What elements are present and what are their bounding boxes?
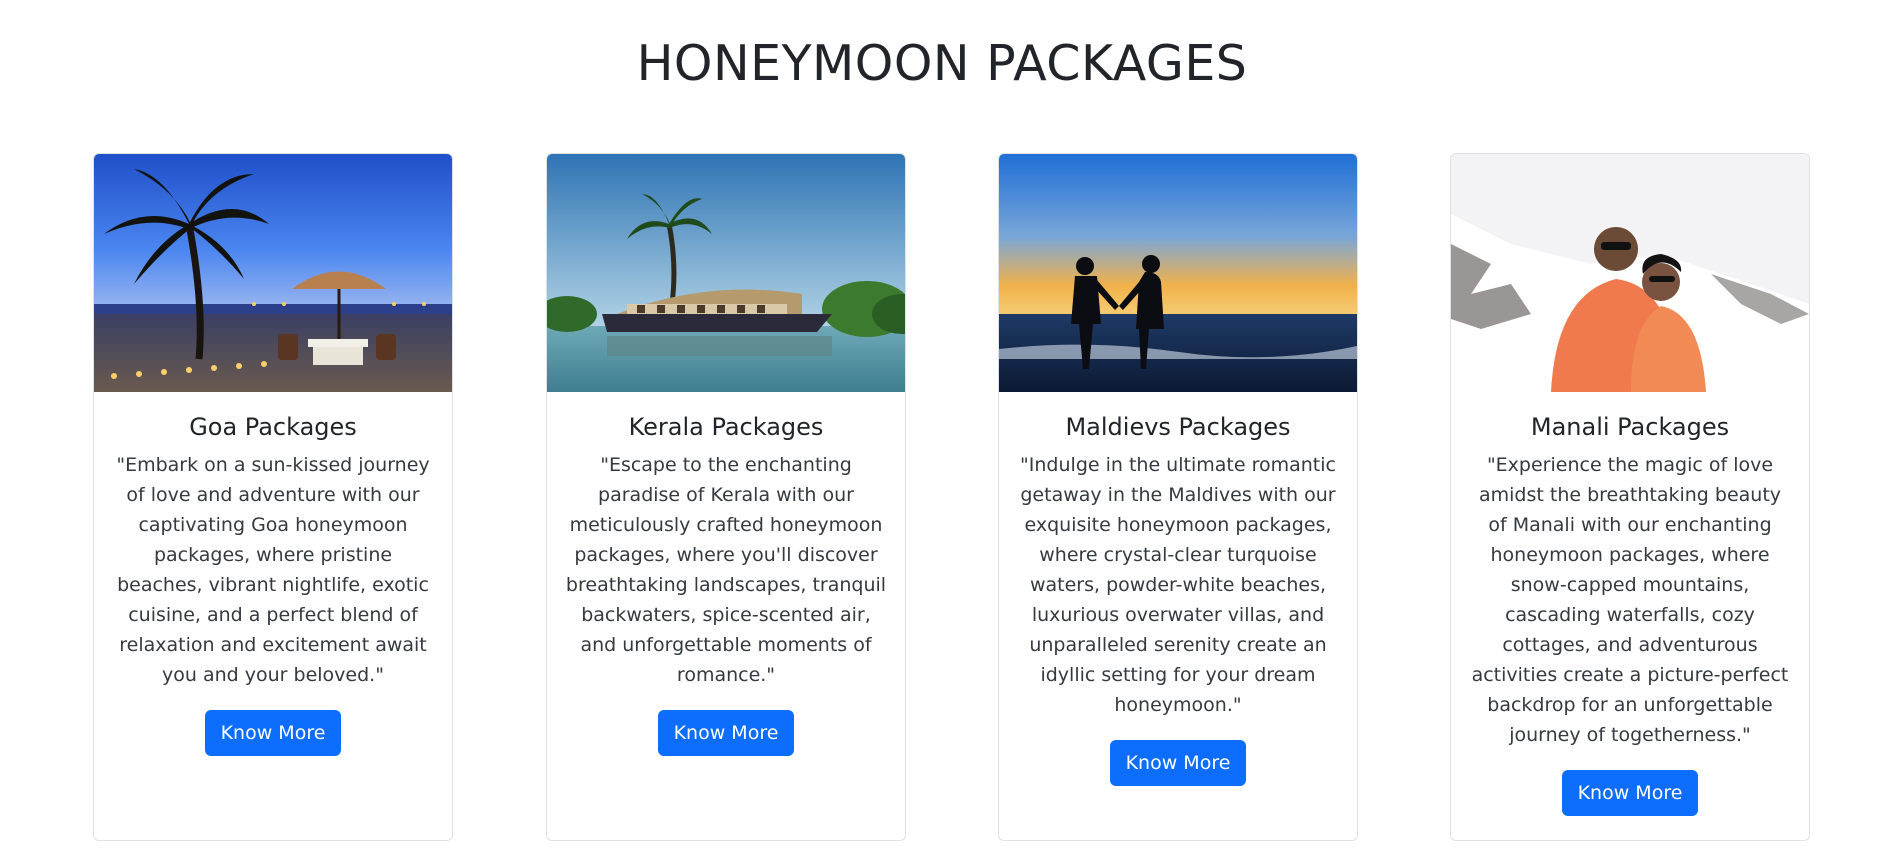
card-description: "Experience the magic of love amidst the… (1471, 454, 1789, 746)
goa-beach-image (94, 154, 452, 392)
card-title: Kerala Packages (628, 413, 824, 441)
card-title: Goa Packages (189, 413, 357, 441)
card-title: Maldievs Packages (1065, 413, 1291, 441)
package-card-manali: Manali Packages "Experience the magic of… (1450, 153, 1810, 841)
card-title: Manali Packages (1530, 413, 1730, 441)
know-more-button-maldives[interactable]: Know More (1109, 740, 1247, 786)
package-card-kerala: Kerala Packages "Escape to the enchantin… (546, 153, 906, 841)
manali-couple-image (1451, 154, 1809, 392)
card-description: "Escape to the enchanting paradise of Ke… (565, 454, 887, 686)
card-description: "Embark on a sun-kissed journey of love … (116, 454, 430, 686)
package-card-goa: Goa Packages "Embark on a sun-kissed jou… (93, 153, 453, 841)
package-card-maldives: Maldievs Packages "Indulge in the ultima… (998, 153, 1358, 841)
know-more-button-goa[interactable]: Know More (204, 710, 342, 756)
kerala-houseboat-image (547, 154, 905, 392)
know-more-button-kerala[interactable]: Know More (657, 710, 795, 756)
page-title: HONEYMOON PACKAGES (636, 35, 1248, 92)
card-description: "Indulge in the ultimate romantic getawa… (1020, 454, 1336, 716)
maldives-couple-image (999, 154, 1357, 392)
know-more-button-manali[interactable]: Know More (1561, 770, 1699, 816)
